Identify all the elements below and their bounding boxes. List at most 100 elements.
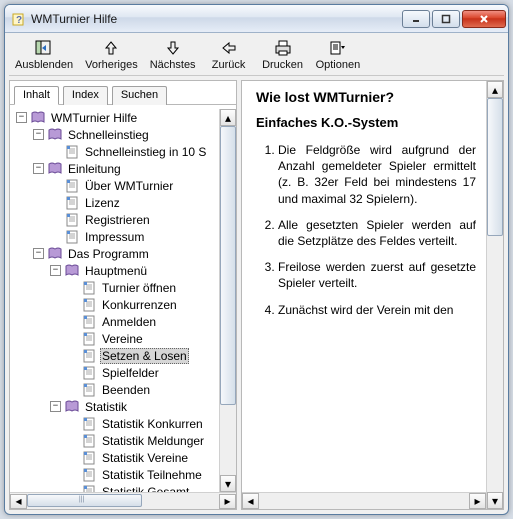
tree-quit[interactable]: Beenden xyxy=(12,381,234,398)
next-button[interactable]: Nächstes xyxy=(144,36,202,75)
page-icon xyxy=(81,451,97,465)
scroll-down-icon[interactable]: ▾ xyxy=(220,475,236,492)
prev-label: Vorheriges xyxy=(85,59,138,71)
tree-license[interactable]: Lizenz xyxy=(12,194,234,211)
scroll-right-icon[interactable]: ▸ xyxy=(219,494,236,509)
scroll-thumb[interactable] xyxy=(220,126,236,405)
scroll-thumb[interactable] xyxy=(27,494,142,507)
nav-vertical-scrollbar[interactable]: ▴ ▾ xyxy=(219,109,236,492)
tree-seed-draw[interactable]: Setzen & Losen xyxy=(12,347,234,364)
tree-quickstart[interactable]: − Schnelleinstieg xyxy=(12,126,234,143)
tree-program[interactable]: − Das Programm xyxy=(12,245,234,262)
next-label: Nächstes xyxy=(150,59,196,71)
tree-imprint[interactable]: Impressum xyxy=(12,228,234,245)
options-label: Optionen xyxy=(316,59,361,71)
options-icon xyxy=(327,38,349,58)
scroll-up-icon[interactable]: ▴ xyxy=(220,109,236,126)
page-icon xyxy=(81,485,97,493)
tree-register[interactable]: Registrieren xyxy=(12,211,234,228)
tree-label: Beenden xyxy=(100,383,152,397)
scroll-right-icon[interactable]: ▸ xyxy=(469,493,486,509)
titlebar[interactable]: ? WMTurnier Hilfe xyxy=(5,5,508,33)
content-pane: Wie lost WMTurnier? Einfaches K.O.-Syste… xyxy=(241,80,504,510)
scroll-left-icon[interactable]: ◂ xyxy=(10,494,27,509)
tree-label: Statistik Konkurren xyxy=(100,417,205,431)
tree-clubs[interactable]: Vereine xyxy=(12,330,234,347)
collapse-icon[interactable]: − xyxy=(50,265,61,276)
window-title: WMTurnier Hilfe xyxy=(31,12,400,26)
tree-competitions[interactable]: Konkurrenzen xyxy=(12,296,234,313)
tree-label: Registrieren xyxy=(83,213,152,227)
tree-label: Das Programm xyxy=(66,247,151,261)
tree-about[interactable]: Über WMTurnier xyxy=(12,177,234,194)
tab-contents[interactable]: Inhalt xyxy=(14,86,59,105)
page-icon xyxy=(81,383,97,397)
tree-intro[interactable]: − Einleitung xyxy=(12,160,234,177)
help-icon: ? xyxy=(11,11,27,27)
collapse-icon[interactable]: − xyxy=(50,401,61,412)
tree-stats-total[interactable]: Statistik Gesamt xyxy=(12,483,234,492)
tree-label: Statistik Teilnehme xyxy=(100,468,204,482)
list-item: Freilose werden zuerst auf gesetzte Spie… xyxy=(278,259,476,291)
tree-label: Statistik xyxy=(83,400,129,414)
page-icon xyxy=(81,281,97,295)
print-label: Drucken xyxy=(262,59,303,71)
tree-stats-reg[interactable]: Statistik Meldunger xyxy=(12,432,234,449)
tree-stats[interactable]: − Statistik xyxy=(12,398,234,415)
back-button[interactable]: Zurück xyxy=(202,36,256,75)
content-heading: Wie lost WMTurnier? xyxy=(256,89,476,105)
tree-label: Lizenz xyxy=(83,196,122,210)
tree-label: Statistik Gesamt xyxy=(100,485,191,493)
scroll-left-icon[interactable]: ◂ xyxy=(242,493,259,509)
contents-tree[interactable]: − WMTurnier Hilfe − Schnelleinstieg Schn… xyxy=(10,105,236,492)
hide-button[interactable]: Ausblenden xyxy=(9,36,79,75)
content-vertical-scrollbar[interactable]: ▴ ▾ xyxy=(486,81,503,509)
page-icon xyxy=(81,434,97,448)
collapse-icon[interactable]: − xyxy=(33,163,44,174)
tree-label: Über WMTurnier xyxy=(83,179,175,193)
book-icon xyxy=(47,128,63,142)
scroll-thumb[interactable] xyxy=(487,98,503,236)
book-icon xyxy=(64,264,80,278)
tree-label: Impressum xyxy=(83,230,146,244)
tree-stats-clubs[interactable]: Statistik Vereine xyxy=(12,449,234,466)
tree-signup[interactable]: Anmelden xyxy=(12,313,234,330)
printer-icon xyxy=(272,38,294,58)
scroll-up-icon[interactable]: ▴ xyxy=(487,81,503,98)
page-icon xyxy=(81,349,97,363)
tree-label: Schnelleinstieg in 10 S xyxy=(83,145,208,159)
tree-root[interactable]: − WMTurnier Hilfe xyxy=(12,109,234,126)
scroll-down-icon[interactable]: ▾ xyxy=(487,492,503,509)
book-icon xyxy=(47,162,63,176)
page-icon xyxy=(81,468,97,482)
list-item: Zunächst wird der Verein mit den xyxy=(278,302,476,318)
book-icon xyxy=(30,111,46,125)
collapse-icon[interactable]: − xyxy=(33,248,44,259)
nav-horizontal-scrollbar[interactable]: ◂ ▸ xyxy=(10,492,236,509)
collapse-icon[interactable]: − xyxy=(16,112,27,123)
prev-button[interactable]: Vorheriges xyxy=(79,36,144,75)
help-content: Wie lost WMTurnier? Einfaches K.O.-Syste… xyxy=(242,81,486,509)
tree-open[interactable]: Turnier öffnen xyxy=(12,279,234,296)
nav-tabs: Inhalt Index Suchen xyxy=(10,81,236,105)
tree-label: Turnier öffnen xyxy=(100,281,178,295)
tree-stats-part[interactable]: Statistik Teilnehme xyxy=(12,466,234,483)
tree-mainmenu[interactable]: − Hauptmenü xyxy=(12,262,234,279)
options-button[interactable]: Optionen xyxy=(310,36,367,75)
collapse-icon[interactable]: − xyxy=(33,129,44,140)
tree-fields[interactable]: Spielfelder xyxy=(12,364,234,381)
content-horizontal-scrollbar[interactable]: ◂ ▸ xyxy=(242,492,486,509)
close-button[interactable] xyxy=(462,10,506,28)
maximize-button[interactable] xyxy=(432,10,460,28)
hide-icon xyxy=(33,38,55,58)
tab-index[interactable]: Index xyxy=(63,86,108,105)
tree-label: Spielfelder xyxy=(100,366,161,380)
navigation-pane: Inhalt Index Suchen − WMTurnier Hilfe − … xyxy=(9,80,237,510)
minimize-button[interactable] xyxy=(402,10,430,28)
tree-stats-comp[interactable]: Statistik Konkurren xyxy=(12,415,234,432)
print-button[interactable]: Drucken xyxy=(256,36,310,75)
help-window: ? WMTurnier Hilfe Ausblenden Vorheriges … xyxy=(4,4,509,515)
tree-label: Setzen & Losen xyxy=(100,348,189,364)
tab-search[interactable]: Suchen xyxy=(112,86,167,105)
tree-quickstart-10[interactable]: Schnelleinstieg in 10 S xyxy=(12,143,234,160)
